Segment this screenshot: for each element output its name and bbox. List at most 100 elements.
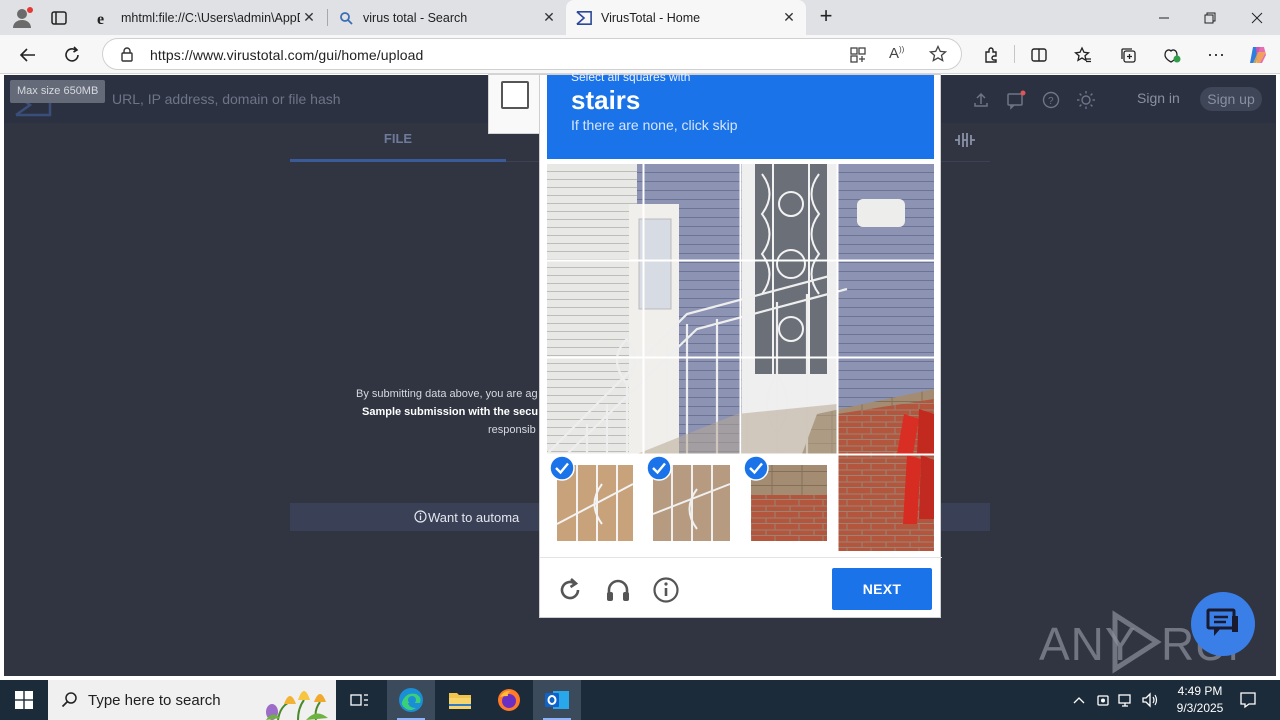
reload-icon[interactable]	[556, 576, 584, 604]
clock-time: 4:49 PM	[1177, 684, 1223, 698]
info-icon	[414, 510, 428, 524]
taskbar-search-placeholder: Type here to search	[88, 692, 221, 709]
search-tab-icon[interactable]	[954, 131, 975, 149]
tab-actions-icon[interactable]	[50, 9, 68, 27]
captcha-tile-2[interactable]	[644, 164, 740, 260]
captcha-tile-16[interactable]	[838, 455, 934, 551]
virustotal-icon	[576, 10, 592, 26]
recaptcha-checkbox[interactable]	[501, 81, 529, 109]
challenge-target: stairs	[571, 85, 641, 115]
search-icon	[338, 10, 354, 26]
refresh-button[interactable]	[56, 39, 88, 70]
copilot-icon[interactable]	[1242, 39, 1274, 70]
taskbar-firefox[interactable]	[485, 680, 533, 720]
captcha-tile-3[interactable]	[741, 164, 837, 260]
selected-checkmark-icon	[549, 455, 575, 481]
tray-overflow-icon[interactable]	[1070, 691, 1088, 709]
browser-toolbar: https://www.virustotal.com/gui/home/uplo…	[0, 35, 1280, 74]
start-button[interactable]	[0, 680, 48, 720]
challenge-image-grid	[547, 164, 934, 551]
upload-icon[interactable]	[970, 89, 992, 111]
audio-challenge-icon[interactable]	[604, 576, 632, 604]
tab-mhtml[interactable]: e mhtml:file://C:\Users\admin\AppD ✕	[86, 0, 326, 35]
collections-icon[interactable]	[1112, 39, 1144, 70]
outlook-icon	[545, 691, 569, 709]
captcha-tile-12[interactable]	[838, 358, 934, 454]
challenge-instruction: Select all squares with	[571, 70, 691, 84]
minimize-button[interactable]	[1141, 0, 1187, 35]
svg-text:e: e	[97, 11, 104, 26]
automate-text: Want to automa	[428, 510, 520, 525]
captcha-tile-6[interactable]	[644, 261, 740, 357]
info-icon[interactable]	[652, 576, 680, 604]
close-window-button[interactable]	[1234, 0, 1280, 35]
windows-taskbar: Type here to search 4:49 PM 9/3/2025	[0, 680, 1280, 720]
app-available-icon[interactable]	[849, 46, 867, 64]
captcha-tile-5[interactable]	[547, 261, 643, 357]
folder-icon	[449, 693, 471, 709]
disclaimer-text: By submitting data above, you are ag	[356, 388, 538, 400]
profile-avatar-icon[interactable]	[10, 6, 34, 30]
lock-icon[interactable]	[119, 46, 135, 62]
sign-up-button[interactable]: Sign up	[1200, 87, 1262, 111]
search-icon	[61, 691, 79, 709]
captcha-tile-9[interactable]	[547, 358, 643, 454]
svg-text:?: ?	[1048, 96, 1054, 107]
favorite-star-icon[interactable]	[928, 44, 948, 63]
taskbar-clock[interactable]: 4:49 PM 9/3/2025	[1160, 683, 1240, 717]
help-icon[interactable]: ?	[1040, 89, 1062, 111]
address-bar[interactable]: https://www.virustotal.com/gui/home/uplo…	[102, 38, 962, 70]
tab-file[interactable]: FILE	[290, 131, 506, 161]
tab-title: VirusTotal - Home	[601, 10, 701, 25]
tab-title: virus total - Search	[363, 10, 468, 25]
challenge-hint: If there are none, click skip	[571, 117, 738, 133]
captcha-tile-1[interactable]	[547, 164, 643, 260]
tulip-illustration-icon	[266, 691, 328, 720]
more-options-icon[interactable]: ···	[1200, 39, 1232, 70]
taskbar-edge[interactable]	[387, 680, 435, 720]
captcha-tile-7[interactable]	[741, 261, 837, 357]
tab-title: mhtml:file://C:\Users\admin\AppD	[121, 10, 300, 25]
volume-icon[interactable]	[1141, 691, 1159, 709]
theme-toggle-icon[interactable]	[1075, 89, 1097, 111]
read-aloud-icon[interactable]: A))	[889, 45, 909, 63]
tab-file-underline	[290, 159, 506, 162]
taskbar-file-explorer[interactable]	[436, 680, 484, 720]
extensions-icon[interactable]	[975, 39, 1007, 70]
notifications-center-icon[interactable]	[1238, 691, 1258, 709]
captcha-tile-10[interactable]	[644, 358, 740, 454]
edge-icon	[399, 688, 423, 712]
browser-essentials-icon[interactable]	[1156, 39, 1188, 70]
captcha-tile-11[interactable]	[741, 358, 837, 454]
new-tab-button[interactable]: +	[812, 5, 840, 28]
notifications-icon[interactable]	[1005, 89, 1027, 111]
taskbar-search-box[interactable]: Type here to search	[48, 680, 336, 720]
close-icon[interactable]: ✕	[780, 9, 798, 27]
search-placeholder[interactable]: URL, IP address, domain or file hash	[112, 91, 341, 107]
clock-date: 9/3/2025	[1176, 701, 1224, 715]
sign-in-link[interactable]: Sign in	[1137, 90, 1180, 106]
max-size-tooltip: Max size 650MB	[10, 80, 106, 103]
chat-button[interactable]	[1191, 592, 1255, 656]
toolbar-divider	[1014, 45, 1015, 63]
close-icon[interactable]: ✕	[300, 9, 318, 27]
ie-e-icon: e	[96, 10, 112, 26]
favorites-icon[interactable]	[1067, 39, 1099, 70]
tab-virustotal[interactable]: VirusTotal - Home ✕	[566, 0, 806, 35]
captcha-tile-8[interactable]	[838, 261, 934, 357]
tab-search[interactable]: virus total - Search ✕	[328, 0, 566, 35]
taskbar-outlook[interactable]	[533, 680, 581, 720]
recaptcha-challenge: Select all squares with stairs If there …	[539, 70, 942, 618]
close-icon[interactable]: ✕	[540, 9, 558, 27]
selected-checkmark-icon	[743, 455, 769, 481]
task-view-button[interactable]	[336, 680, 384, 720]
restore-button[interactable]	[1187, 0, 1233, 35]
challenge-header: Select all squares with stairs If there …	[547, 70, 934, 159]
tray-app-icon[interactable]	[1094, 691, 1112, 709]
back-button[interactable]	[12, 39, 44, 70]
next-button[interactable]: NEXT	[832, 568, 932, 610]
captcha-tile-4[interactable]	[838, 164, 934, 260]
network-icon[interactable]	[1117, 691, 1135, 709]
split-screen-icon[interactable]	[1023, 39, 1055, 70]
url-text: https://www.virustotal.com/gui/home/uplo…	[150, 47, 424, 63]
